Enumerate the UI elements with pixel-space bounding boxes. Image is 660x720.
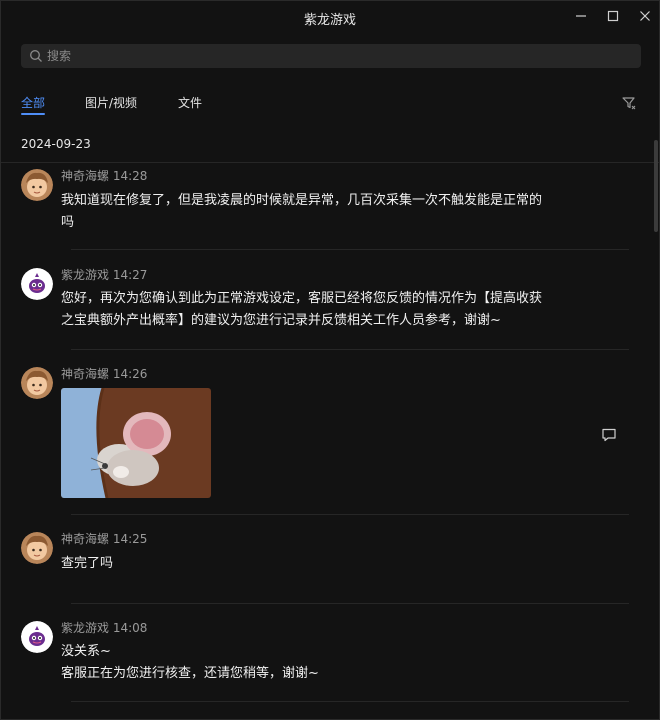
chat-history-window: 紫龙游戏 全部 图片/视频 文件 2024-09-23 xyxy=(0,0,660,720)
filter-button[interactable] xyxy=(621,95,637,111)
message-text: 您好，再次为您确认到此为正常游戏设定，客服已经将您反馈的情况作为【提高收获 之宝… xyxy=(61,288,591,332)
message-line: 没关系~ xyxy=(61,644,111,659)
title-bar[interactable]: 紫龙游戏 xyxy=(1,1,659,33)
sender-name: 神奇海螺 xyxy=(61,169,110,183)
window-title: 紫龙游戏 xyxy=(303,13,356,28)
minimize-icon xyxy=(576,15,586,17)
reply-button[interactable] xyxy=(601,427,617,443)
close-icon xyxy=(640,11,650,21)
tab-files[interactable]: 文件 xyxy=(178,94,202,111)
message-meta: 神奇海螺 14:26 xyxy=(61,365,147,382)
message-text: 没关系~ 客服正在为您进行核查，还请您稍等，谢谢~ xyxy=(61,641,591,685)
message-text: 我知道现在修复了，但是我凌晨的时候就是异常，几百次采集一次不触发能是正常的 吗 xyxy=(61,190,591,234)
sender-name: 神奇海螺 xyxy=(61,532,110,546)
sender-name: 神奇海螺 xyxy=(61,367,110,381)
message-time: 14:26 xyxy=(112,367,148,381)
scrollbar-thumb[interactable] xyxy=(654,140,658,232)
message-line: 吗 xyxy=(61,215,75,230)
user-avatar[interactable] xyxy=(21,367,53,399)
maximize-icon xyxy=(607,10,619,22)
message-text: 查完了吗 xyxy=(61,553,591,575)
message-time: 14:08 xyxy=(112,621,148,635)
message-line: 您好，再次为您确认到此为正常游戏设定，客服已经将您反馈的情况作为【提高收获 xyxy=(61,291,543,306)
sender-name: 紫龙游戏 xyxy=(61,621,110,635)
support-avatar[interactable] xyxy=(21,268,53,300)
support-avatar[interactable] xyxy=(21,621,53,653)
cartoon-mouse-image[interactable] xyxy=(61,388,211,498)
search-input[interactable] xyxy=(47,44,627,68)
message-meta: 神奇海螺 14:25 xyxy=(61,530,147,547)
close-button[interactable] xyxy=(634,7,656,25)
user-avatar[interactable] xyxy=(21,169,53,201)
message-meta: 神奇海螺 14:28 xyxy=(61,167,147,184)
tab-images-videos[interactable]: 图片/视频 xyxy=(85,94,137,111)
message-time: 14:25 xyxy=(112,532,148,546)
date-divider xyxy=(1,162,659,163)
message-line: 之宝典额外产出概率】的建议为您进行记录并反馈相关工作人员参考，谢谢~ xyxy=(61,313,501,328)
next-message-partial xyxy=(21,713,631,719)
minimize-button[interactable] xyxy=(570,7,592,25)
message-time: 14:27 xyxy=(112,268,148,282)
message-divider xyxy=(71,514,629,515)
message-line: 客服正在为您进行核查，还请您稍等，谢谢~ xyxy=(61,666,319,681)
message-divider xyxy=(71,701,629,702)
message-divider xyxy=(71,349,629,350)
search-icon xyxy=(30,50,42,62)
date-header: 2024-09-23 xyxy=(21,137,91,151)
sender-name: 紫龙游戏 xyxy=(61,268,110,282)
message-line: 我知道现在修复了，但是我凌晨的时候就是异常，几百次采集一次不触发能是正常的 xyxy=(61,193,543,208)
message-divider xyxy=(71,603,629,604)
message-meta: 紫龙游戏 14:27 xyxy=(61,266,147,283)
tab-all[interactable]: 全部 xyxy=(21,94,46,115)
message-meta: 紫龙游戏 14:08 xyxy=(61,619,147,636)
search-box[interactable] xyxy=(21,44,641,68)
comment-icon xyxy=(602,428,616,442)
message-line: 查完了吗 xyxy=(61,556,114,571)
message-time: 14:28 xyxy=(112,169,148,183)
user-avatar[interactable] xyxy=(21,532,53,564)
message-divider xyxy=(71,249,629,250)
maximize-button[interactable] xyxy=(602,7,624,25)
filter-icon xyxy=(622,97,636,110)
